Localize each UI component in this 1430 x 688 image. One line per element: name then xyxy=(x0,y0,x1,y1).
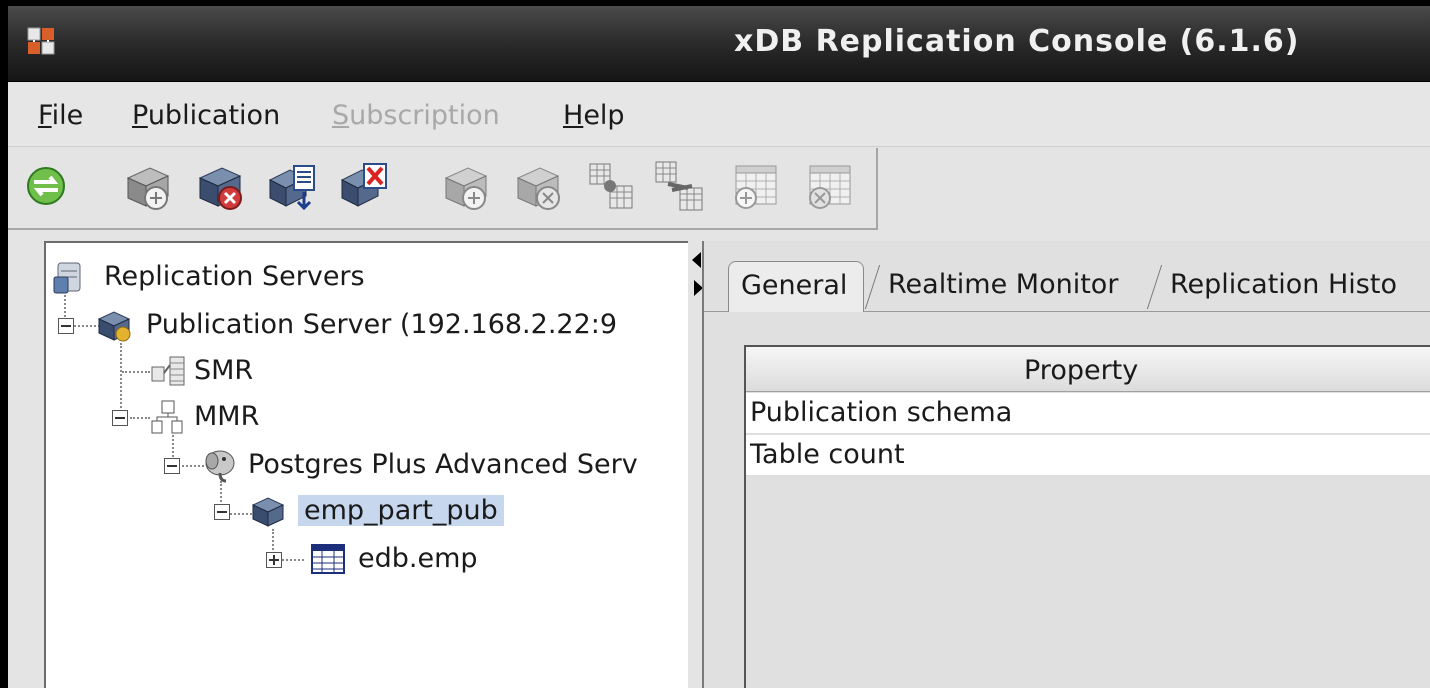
remove-subscription-button[interactable] xyxy=(512,158,564,214)
tree-node-label: edb.emp xyxy=(358,543,478,574)
menu-file[interactable]: File xyxy=(38,100,83,131)
tree-node-database[interactable]: Postgres Plus Advanced Serv xyxy=(164,445,684,487)
tree-node-publication[interactable]: emp_part_pub xyxy=(214,491,554,533)
remove-publication-button[interactable] xyxy=(194,158,246,214)
publication-server-icon xyxy=(97,311,131,342)
add-schedule-icon xyxy=(735,165,777,209)
tree-node-replication-servers[interactable]: Replication Servers xyxy=(52,257,652,299)
menu-file-label: ile xyxy=(51,100,84,131)
tree-node-label: Publication Server (192.168.2.22:9 xyxy=(146,309,618,340)
tree-node-label: SMR xyxy=(194,355,254,386)
tree-node-label: Replication Servers xyxy=(104,261,365,292)
collapse-icon[interactable] xyxy=(214,504,230,520)
menu-subscription-label: ubscription xyxy=(349,100,500,131)
remove-schedule-button[interactable] xyxy=(804,158,856,214)
refresh-icon xyxy=(27,167,65,205)
menu-bar: File Publication Subscription Help xyxy=(8,82,1430,147)
add-schedule-button[interactable] xyxy=(730,158,782,214)
remove-publication-icon xyxy=(198,167,242,210)
tree-node-label: emp_part_pub xyxy=(298,495,504,526)
tab-replication-history[interactable]: Replication Histo xyxy=(1162,261,1430,311)
collapse-icon[interactable] xyxy=(164,458,180,474)
add-subscription-icon xyxy=(444,167,488,210)
postgres-elephant-icon xyxy=(205,450,235,483)
expand-icon[interactable] xyxy=(266,552,282,568)
property-name: Publication schema xyxy=(750,397,1013,428)
tab-realtime-monitor[interactable]: Realtime Monitor xyxy=(880,261,1150,311)
menu-publication[interactable]: Publication xyxy=(132,100,280,131)
tree-node-smr[interactable]: SMR xyxy=(150,351,350,393)
validate-publication-button[interactable] xyxy=(338,158,390,214)
collapse-left-arrow-icon[interactable] xyxy=(692,252,701,268)
xdb-app-icon[interactable] xyxy=(26,24,58,62)
tab-separator xyxy=(864,265,881,309)
menu-help-mnemonic: H xyxy=(563,100,584,131)
mmr-icon xyxy=(151,400,183,434)
add-publication-icon xyxy=(126,167,170,210)
add-subscription-button[interactable] xyxy=(440,158,492,214)
tab-general[interactable]: General xyxy=(728,261,864,312)
smr-icon xyxy=(151,356,185,386)
replication-servers-icon xyxy=(53,262,81,294)
toolbar xyxy=(8,148,878,230)
tree-connector xyxy=(122,371,150,373)
menu-help[interactable]: Help xyxy=(563,100,625,131)
window-title: xDB Replication Console (6.1.6) xyxy=(734,24,1300,59)
application-window: xDB Replication Console (6.1.6) File Pub… xyxy=(8,6,1430,688)
title-bar[interactable]: xDB Replication Console (6.1.6) xyxy=(8,6,1430,82)
publication-icon xyxy=(251,497,285,527)
menu-subscription[interactable]: Subscription xyxy=(332,100,500,131)
collapse-icon[interactable] xyxy=(58,318,74,334)
snapshot-button[interactable] xyxy=(584,158,636,214)
table-row[interactable]: Table count xyxy=(746,435,1430,476)
add-publication-button[interactable] xyxy=(122,158,174,214)
tab-label: General xyxy=(741,270,848,301)
property-table: Property Publication schema Table count xyxy=(744,345,1430,688)
snapshot-icon xyxy=(589,163,633,209)
tree-node-label: Postgres Plus Advanced Serv xyxy=(248,449,638,480)
tree-node-table[interactable]: edb.emp xyxy=(266,539,566,581)
update-publication-button[interactable] xyxy=(266,158,318,214)
tab-label: Realtime Monitor xyxy=(888,269,1119,300)
remove-subscription-icon xyxy=(516,167,560,210)
menu-publication-mnemonic: P xyxy=(132,100,148,131)
menu-subscription-mnemonic: S xyxy=(332,100,350,131)
replication-tree[interactable]: Replication Servers Publication Server (… xyxy=(44,241,690,688)
collapse-icon[interactable] xyxy=(112,410,128,426)
validate-publication-icon xyxy=(340,163,387,207)
menu-file-mnemonic: F xyxy=(38,100,52,131)
tab-label: Replication Histo xyxy=(1170,269,1397,300)
update-publication-icon xyxy=(268,165,315,211)
refresh-button[interactable] xyxy=(20,158,72,214)
remove-schedule-icon xyxy=(809,165,851,209)
tree-node-publication-server[interactable]: Publication Server (192.168.2.22:9 xyxy=(56,305,686,347)
property-name: Table count xyxy=(750,439,905,470)
column-header-label: Property xyxy=(1024,355,1139,386)
table-icon xyxy=(311,544,345,574)
tree-node-label: MMR xyxy=(194,401,260,432)
synchronize-button[interactable] xyxy=(652,158,704,214)
tree-node-mmr[interactable]: MMR xyxy=(112,397,412,439)
menu-publication-label: ublication xyxy=(147,100,281,131)
details-panel: General Realtime Monitor Replication His… xyxy=(702,241,1430,688)
table-row[interactable]: Publication schema xyxy=(746,393,1430,434)
split-divider[interactable] xyxy=(688,241,702,688)
menu-help-label: elp xyxy=(583,100,625,131)
column-header-property[interactable]: Property xyxy=(746,347,1430,392)
synchronize-icon xyxy=(655,161,703,211)
